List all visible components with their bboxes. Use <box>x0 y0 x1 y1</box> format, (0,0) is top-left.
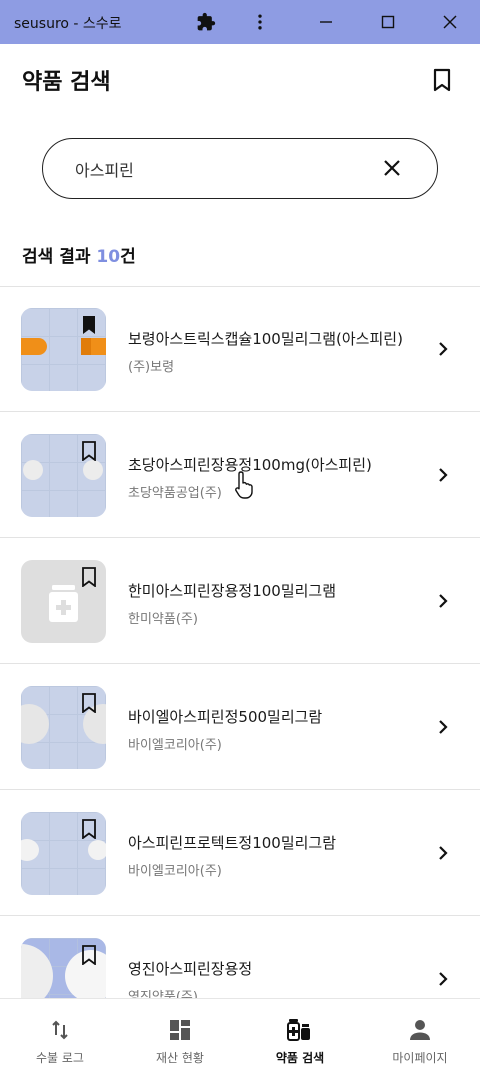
drug-thumbnail <box>21 434 106 517</box>
chevron-right-icon <box>439 846 448 860</box>
drug-thumbnail-placeholder <box>21 560 106 643</box>
list-item[interactable]: 아스피린프로텍트정100밀리그람 바이엘코리아(주) <box>0 790 480 916</box>
drug-name: 보령아스트릭스캡슐100밀리그램(아스피린) <box>128 330 403 348</box>
chevron-right-icon <box>439 720 448 734</box>
list-item[interactable]: 한미아스피린장용정100밀리그램 한미약품(주) <box>0 538 480 664</box>
minimize-icon[interactable] <box>310 6 342 38</box>
window-title: seusuro - 스수로 <box>14 16 122 32</box>
drug-thumbnail <box>21 812 106 895</box>
result-label: 검색 결과 <box>22 247 91 267</box>
drug-name: 한미아스피린장용정100밀리그램 <box>128 582 337 600</box>
drug-company: 바이엘코리아(주) <box>128 864 222 879</box>
bookmark-filled-icon[interactable] <box>81 315 97 335</box>
maximize-icon[interactable] <box>372 6 404 38</box>
nav-label: 재산 현황 <box>156 1051 204 1065</box>
drug-name: 영진아스피린장용정 <box>128 960 253 978</box>
close-icon[interactable] <box>434 6 466 38</box>
nav-label: 마이페이지 <box>392 1051 448 1065</box>
more-vertical-icon[interactable] <box>244 6 276 38</box>
nav-label: 약품 검색 <box>275 1051 325 1065</box>
search-input[interactable] <box>75 157 365 181</box>
drug-company: (주)보령 <box>128 360 175 375</box>
drug-thumbnail <box>21 686 106 769</box>
nav-item-stock-log[interactable]: 수불 로그 <box>0 999 120 1080</box>
drug-company: 초당약품공업(주) <box>128 486 222 501</box>
drug-company: 한미약품(주) <box>128 612 198 627</box>
bookmark-icon[interactable] <box>81 567 97 587</box>
nav-item-drug-search[interactable]: 약품 검색 <box>240 999 360 1080</box>
person-icon <box>407 1017 433 1043</box>
drug-name: 아스피린프로텍트정100밀리그람 <box>128 834 337 852</box>
result-count-number: 10 <box>96 247 121 267</box>
nav-item-mypage[interactable]: 마이페이지 <box>360 999 480 1080</box>
bookmark-icon[interactable] <box>81 441 97 461</box>
page-title: 약품 검색 <box>22 70 111 95</box>
bookmark-icon[interactable] <box>81 945 97 965</box>
dashboard-icon <box>167 1017 193 1043</box>
swap-vertical-icon <box>47 1017 73 1043</box>
drug-company: 영진약품(주) <box>128 990 198 998</box>
list-item[interactable]: 보령아스트릭스캡슐100밀리그램(아스피린) (주)보령 <box>0 286 480 412</box>
drug-company: 바이엘코리아(주) <box>128 738 222 753</box>
list-item[interactable]: 영진아스피린장용정 영진약품(주) <box>0 916 480 998</box>
window-titlebar: seusuro - 스수로 <box>0 0 480 44</box>
list-item[interactable]: 바이엘아스피린정500밀리그람 바이엘코리아(주) <box>0 664 480 790</box>
nav-label: 수불 로그 <box>36 1051 84 1065</box>
drug-thumbnail <box>21 308 106 391</box>
puzzle-icon[interactable] <box>190 6 222 38</box>
chevron-right-icon <box>439 972 448 986</box>
drug-thumbnail <box>21 938 106 998</box>
bottom-nav: 수불 로그 재산 현황 약품 검색 마이페이지 <box>0 998 480 1080</box>
bookmark-icon[interactable] <box>81 693 97 713</box>
medicine-icon <box>287 1017 313 1043</box>
result-list: 보령아스트릭스캡슐100밀리그램(아스피린) (주)보령 초당아스피린장용정10… <box>0 286 480 998</box>
result-count: 검색 결과 10건 <box>22 242 136 267</box>
drug-name: 바이엘아스피린정500밀리그람 <box>128 708 323 726</box>
nav-item-assets[interactable]: 재산 현황 <box>120 999 240 1080</box>
chevron-right-icon <box>439 342 448 356</box>
search-box <box>42 138 438 199</box>
chevron-right-icon <box>439 594 448 608</box>
bookmark-icon[interactable] <box>428 66 456 94</box>
clear-icon[interactable] <box>379 155 405 181</box>
bookmark-icon[interactable] <box>81 819 97 839</box>
result-suffix: 건 <box>120 247 136 267</box>
drug-name: 초당아스피린장용정100mg(아스피린) <box>128 456 372 474</box>
hand-cursor-icon <box>235 471 253 499</box>
chevron-right-icon <box>439 468 448 482</box>
